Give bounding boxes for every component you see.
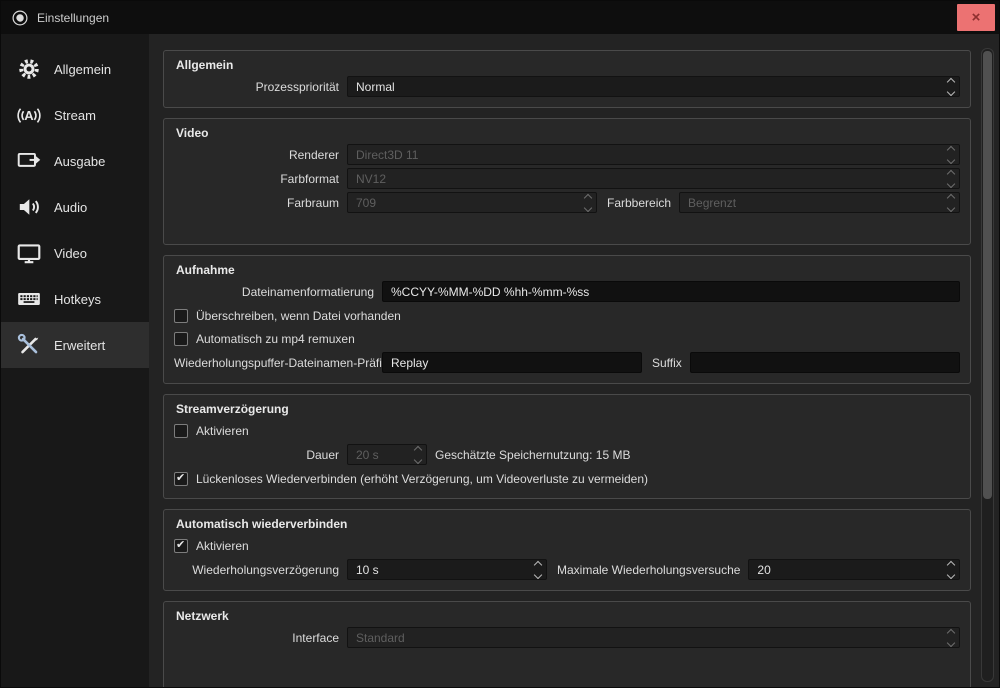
section-allgemein: Allgemein Prozesspriorität Normal bbox=[163, 50, 971, 108]
praefix-input[interactable] bbox=[382, 352, 642, 373]
titlebar: Einstellungen × bbox=[1, 1, 999, 34]
section-title-wiederverbinden: Automatisch wiederverbinden bbox=[176, 517, 348, 531]
monitor-icon bbox=[14, 238, 44, 268]
sidebar-item-label: Erweitert bbox=[54, 337, 106, 353]
settings-sidebar: Allgemein A Stream Ausgabe Audio Video H… bbox=[1, 34, 149, 687]
chevron-updown-icon bbox=[942, 169, 959, 188]
section-title-video: Video bbox=[176, 126, 209, 140]
chevron-updown-icon bbox=[942, 628, 959, 647]
output-icon bbox=[14, 146, 44, 176]
wiederverbinden-aktivieren-label: Aktivieren bbox=[196, 538, 249, 553]
mp4-remux-checkbox[interactable] bbox=[174, 331, 188, 346]
farbraum-label: Farbraum bbox=[286, 195, 339, 210]
chevron-updown-icon bbox=[942, 193, 959, 212]
farbraum-select: 709 bbox=[347, 192, 597, 213]
settings-content: Allgemein Prozesspriorität Normal Video … bbox=[149, 34, 999, 687]
section-netzwerk: Netzwerk Interface Standard bbox=[163, 601, 971, 687]
keyboard-icon bbox=[14, 284, 44, 314]
versuche-value: 20 bbox=[757, 562, 771, 577]
chevron-updown-icon bbox=[579, 193, 596, 212]
versuche-spinner[interactable]: 20 bbox=[748, 559, 960, 580]
chevron-updown-icon bbox=[942, 560, 959, 579]
broadcast-icon: A bbox=[14, 100, 44, 130]
versuche-label: Maximale Wiederholungsversuche bbox=[557, 562, 741, 577]
window-title: Einstellungen bbox=[37, 10, 110, 25]
farbformat-value: NV12 bbox=[356, 171, 387, 186]
interface-label: Interface bbox=[292, 630, 339, 645]
farbbereich-value: Begrenzt bbox=[688, 195, 737, 210]
section-streamverzoegerung: Streamverzögerung Aktivieren Dauer 20 s … bbox=[163, 394, 971, 499]
chevron-updown-icon bbox=[409, 445, 426, 464]
interface-select: Standard bbox=[347, 627, 960, 648]
settings-window: Einstellungen × Allgemein A Stream Ausga… bbox=[0, 0, 1000, 688]
renderer-value: Direct3D 11 bbox=[356, 147, 419, 162]
verzoegerung-spinner[interactable]: 10 s bbox=[347, 559, 547, 580]
verzoegerung-label: Wiederholungsverzögerung bbox=[192, 562, 339, 577]
lueckenlos-label: Lückenloses Wiederverbinden (erhöht Verz… bbox=[196, 471, 649, 486]
wiederverbinden-aktivieren-checkbox[interactable] bbox=[174, 538, 188, 553]
farbraum-value: 709 bbox=[356, 195, 377, 210]
farbbereich-select: Begrenzt bbox=[679, 192, 960, 213]
obs-logo-icon bbox=[11, 9, 29, 27]
farbformat-label: Farbformat bbox=[280, 171, 339, 186]
sidebar-item-label: Allgemein bbox=[54, 61, 112, 77]
renderer-label: Renderer bbox=[288, 147, 339, 162]
dauer-value: 20 s bbox=[356, 447, 379, 462]
section-title-aufnahme: Aufnahme bbox=[176, 263, 235, 277]
verzoegerung-value: 10 s bbox=[356, 562, 379, 577]
dauer-label: Dauer bbox=[306, 447, 339, 462]
suffix-label: Suffix bbox=[652, 355, 682, 370]
section-title-streamverzoegerung: Streamverzögerung bbox=[176, 402, 289, 416]
lueckenlos-checkbox[interactable] bbox=[174, 471, 188, 486]
close-button[interactable]: × bbox=[957, 4, 995, 31]
ueberschreiben-label: Überschreiben, wenn Datei vorhanden bbox=[196, 308, 401, 323]
section-wiederverbinden: Automatisch wiederverbinden Aktivieren W… bbox=[163, 509, 971, 591]
streamverzoegerung-aktivieren-checkbox[interactable] bbox=[174, 423, 188, 438]
chevron-updown-icon bbox=[942, 145, 959, 164]
gear-icon bbox=[14, 54, 44, 84]
sidebar-item-allgemein[interactable]: Allgemein bbox=[1, 46, 149, 92]
chevron-updown-icon bbox=[942, 77, 959, 96]
prozessprioritaet-value: Normal bbox=[356, 79, 395, 94]
scrollbar-track[interactable] bbox=[981, 48, 994, 682]
interface-value: Standard bbox=[356, 630, 405, 645]
farbformat-select: NV12 bbox=[347, 168, 960, 189]
praefix-label: Wiederholungspuffer-Dateinamen-Präfix bbox=[174, 355, 388, 370]
sidebar-item-label: Video bbox=[54, 245, 88, 261]
section-aufnahme: Aufnahme Dateinamenformatierung Überschr… bbox=[163, 255, 971, 384]
section-title-allgemein: Allgemein bbox=[176, 58, 234, 72]
dateinamenformatierung-label: Dateinamenformatierung bbox=[241, 284, 374, 299]
speichernutzung-text: Geschätzte Speichernutzung: 15 MB bbox=[435, 447, 631, 462]
sidebar-item-ausgabe[interactable]: Ausgabe bbox=[1, 138, 149, 184]
sidebar-item-label: Stream bbox=[54, 107, 96, 123]
scrollbar-thumb[interactable] bbox=[983, 51, 992, 499]
sidebar-item-hotkeys[interactable]: Hotkeys bbox=[1, 276, 149, 322]
section-title-netzwerk: Netzwerk bbox=[176, 609, 229, 623]
close-icon: × bbox=[971, 9, 981, 26]
sidebar-item-erweitert[interactable]: Erweitert bbox=[1, 322, 149, 368]
streamverzoegerung-aktivieren-label: Aktivieren bbox=[196, 423, 249, 438]
speaker-icon bbox=[14, 192, 44, 222]
svg-text:A: A bbox=[24, 108, 34, 123]
farbbereich-label: Farbbereich bbox=[607, 195, 672, 210]
chevron-updown-icon bbox=[529, 560, 546, 579]
renderer-select: Direct3D 11 bbox=[347, 144, 960, 165]
dateinamenformatierung-input[interactable] bbox=[382, 281, 960, 302]
tools-icon bbox=[14, 330, 44, 360]
sidebar-item-video[interactable]: Video bbox=[1, 230, 149, 276]
sidebar-item-label: Audio bbox=[54, 199, 88, 215]
sidebar-item-stream[interactable]: A Stream bbox=[1, 92, 149, 138]
ueberschreiben-checkbox[interactable] bbox=[174, 308, 188, 323]
dauer-spinner: 20 s bbox=[347, 444, 427, 465]
prozessprioritaet-label: Prozesspriorität bbox=[255, 79, 339, 94]
sidebar-item-audio[interactable]: Audio bbox=[1, 184, 149, 230]
sidebar-item-label: Hotkeys bbox=[54, 291, 101, 307]
suffix-input[interactable] bbox=[689, 352, 960, 373]
section-video: Video Renderer Direct3D 11 Farbformat NV… bbox=[163, 118, 971, 245]
mp4-remux-label: Automatisch zu mp4 remuxen bbox=[196, 331, 355, 346]
prozessprioritaet-select[interactable]: Normal bbox=[347, 76, 960, 97]
sidebar-item-label: Ausgabe bbox=[54, 153, 106, 169]
